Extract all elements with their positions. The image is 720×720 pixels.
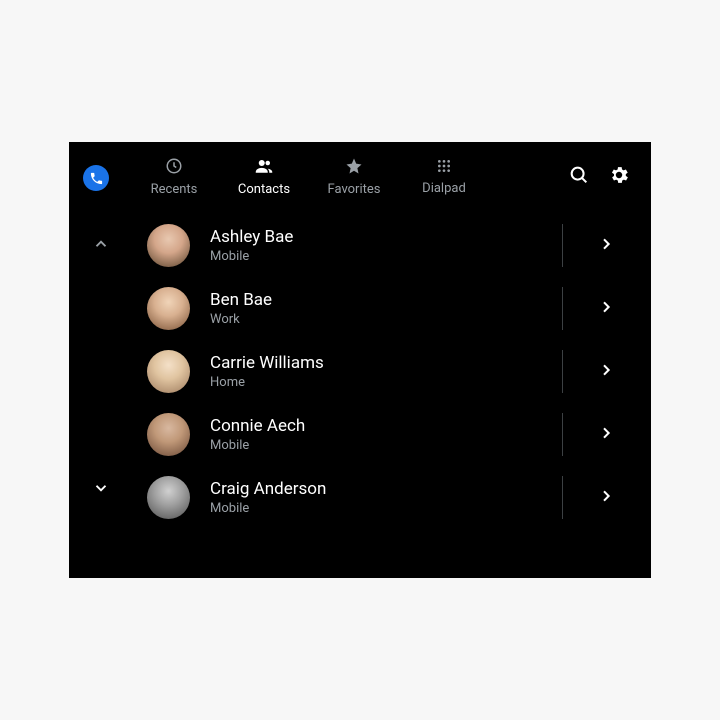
- chevron-right-icon: [598, 362, 614, 382]
- contact-detail-button[interactable]: [571, 214, 641, 277]
- contact-row[interactable]: Carrie Williams Home: [129, 340, 641, 403]
- contact-detail-button[interactable]: [571, 340, 641, 403]
- contact-info: Craig Anderson Mobile: [210, 479, 571, 516]
- contact-info: Ashley Bae Mobile: [210, 227, 571, 264]
- contact-subtitle: Mobile: [210, 501, 571, 516]
- contact-name: Craig Anderson: [210, 479, 571, 499]
- phone-app-icon: [83, 165, 109, 191]
- avatar: [147, 287, 190, 330]
- scroll-up-button[interactable]: [89, 234, 113, 258]
- avatar: [147, 350, 190, 393]
- avatar: [147, 413, 190, 456]
- divider: [562, 413, 563, 456]
- contact-name: Ben Bae: [210, 290, 571, 310]
- contact-info: Connie Aech Mobile: [210, 416, 571, 453]
- chevron-right-icon: [598, 488, 614, 508]
- chevron-right-icon: [598, 299, 614, 319]
- contact-detail-button[interactable]: [571, 403, 641, 466]
- divider: [562, 224, 563, 267]
- divider: [562, 287, 563, 330]
- contact-detail-button[interactable]: [571, 466, 641, 529]
- chevron-right-icon: [598, 236, 614, 256]
- contact-subtitle: Mobile: [210, 249, 571, 264]
- chevron-up-icon: [92, 235, 110, 257]
- contact-subtitle: Mobile: [210, 438, 571, 453]
- contact-subtitle: Work: [210, 312, 571, 327]
- clock-icon: [165, 157, 183, 179]
- contact-subtitle: Home: [210, 375, 571, 390]
- search-button[interactable]: [559, 157, 599, 197]
- contact-row[interactable]: Ashley Bae Mobile: [129, 214, 641, 277]
- tab-label: Favorites: [328, 182, 381, 197]
- tab-label: Recents: [151, 182, 198, 197]
- tab-dialpad[interactable]: Dialpad: [399, 157, 489, 197]
- avatar: [147, 224, 190, 267]
- contact-row[interactable]: Connie Aech Mobile: [129, 403, 641, 466]
- contact-row[interactable]: Ben Bae Work: [129, 277, 641, 340]
- contact-name: Connie Aech: [210, 416, 571, 436]
- contact-name: Ashley Bae: [210, 227, 571, 247]
- settings-button[interactable]: [599, 157, 639, 197]
- star-icon: [345, 157, 363, 179]
- tab-label: Contacts: [238, 182, 290, 197]
- tabs: Recents Contacts Favorites Dialpad: [129, 157, 489, 197]
- tab-favorites[interactable]: Favorites: [309, 157, 399, 197]
- divider: [562, 476, 563, 519]
- chevron-down-icon: [92, 479, 110, 501]
- contact-list: Ashley Bae Mobile Ben Bae Work: [129, 214, 641, 529]
- avatar: [147, 476, 190, 519]
- dialpad-icon: [436, 158, 452, 178]
- phone-app: Recents Contacts Favorites Dialpad: [69, 142, 651, 578]
- divider: [562, 350, 563, 393]
- gear-icon: [608, 164, 630, 190]
- search-icon: [568, 164, 590, 190]
- tab-label: Dialpad: [422, 181, 466, 196]
- contact-info: Ben Bae Work: [210, 290, 571, 327]
- contact-info: Carrie Williams Home: [210, 353, 571, 390]
- header: Recents Contacts Favorites Dialpad: [69, 142, 651, 212]
- contact-detail-button[interactable]: [571, 277, 641, 340]
- contact-row[interactable]: Craig Anderson Mobile: [129, 466, 641, 529]
- chevron-right-icon: [598, 425, 614, 445]
- tab-recents[interactable]: Recents: [129, 157, 219, 197]
- contact-name: Carrie Williams: [210, 353, 571, 373]
- scroll-down-button[interactable]: [89, 478, 113, 502]
- tab-contacts[interactable]: Contacts: [219, 157, 309, 197]
- people-icon: [254, 157, 274, 179]
